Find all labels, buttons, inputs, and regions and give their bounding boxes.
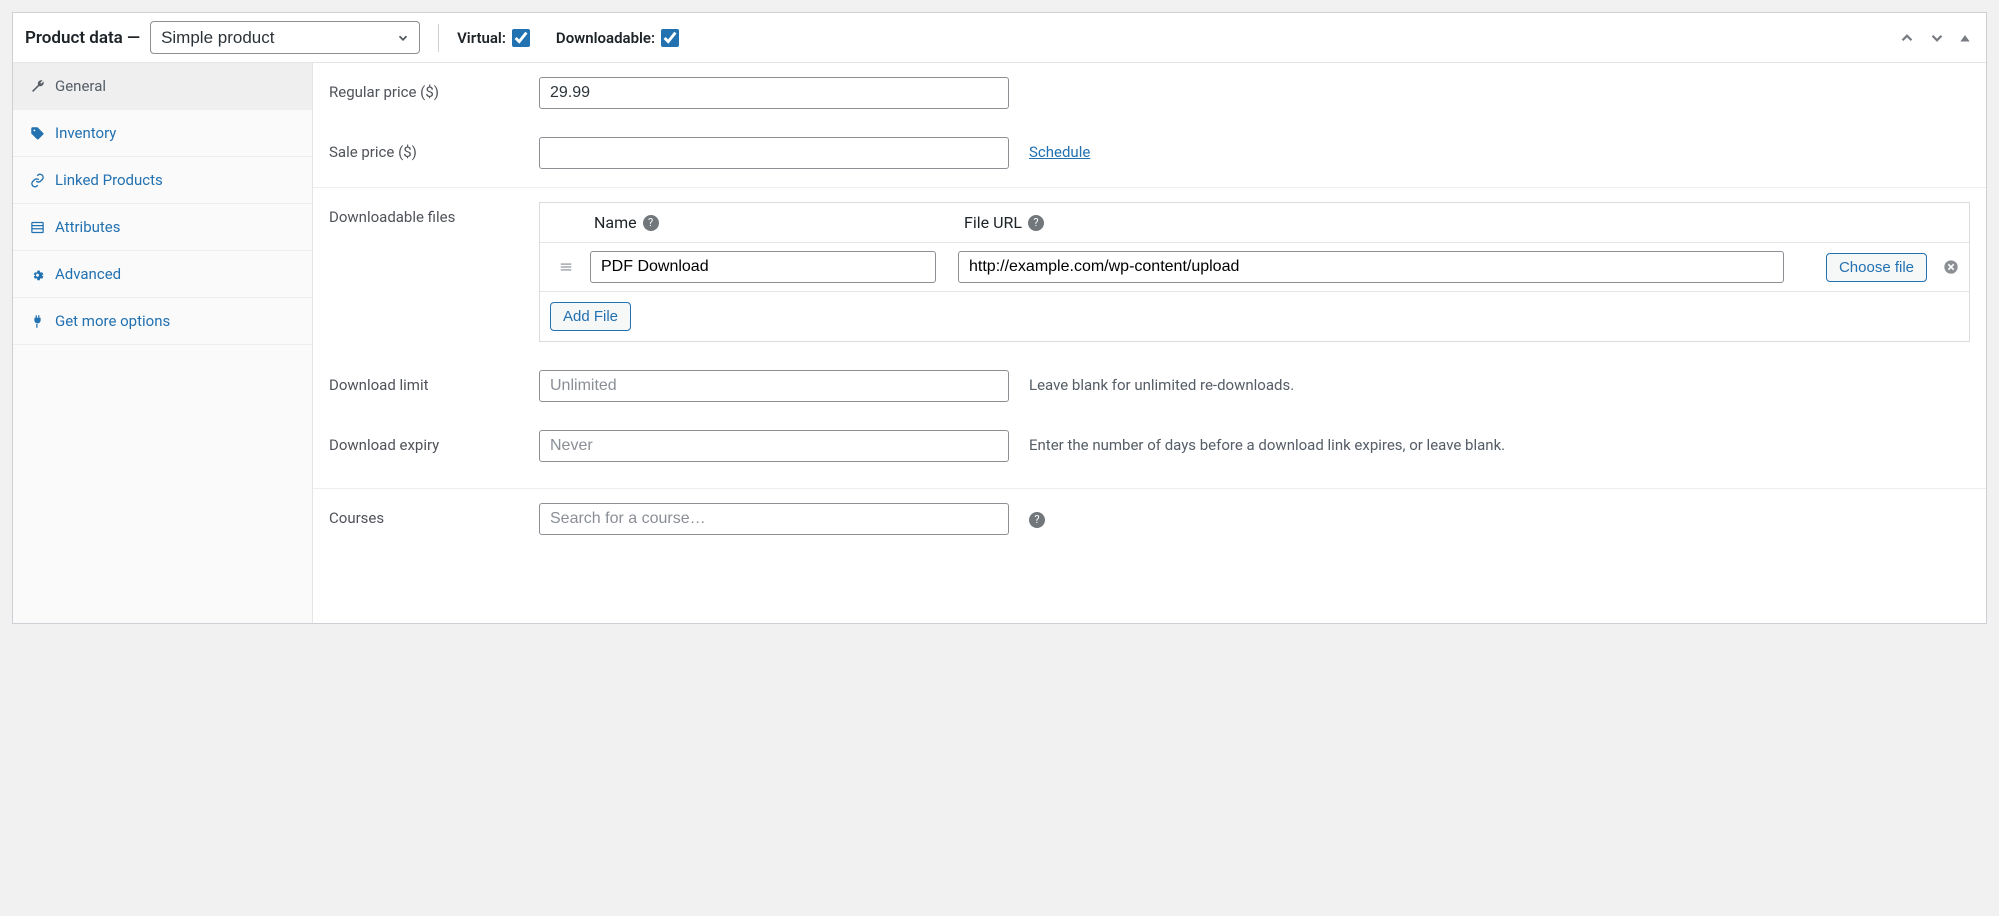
download-expiry-row: Download expiry Enter the number of days…	[313, 416, 1986, 476]
help-icon[interactable]: ?	[1029, 512, 1045, 528]
list-icon	[29, 219, 45, 235]
tab-label: Attributes	[55, 218, 121, 236]
tag-icon	[29, 125, 45, 141]
courses-search-input[interactable]	[539, 503, 1009, 535]
gear-icon	[29, 266, 45, 282]
download-limit-row: Download limit Leave blank for unlimited…	[313, 356, 1986, 416]
downloadable-files-table: Name ? File URL ?	[539, 202, 1970, 342]
downloadable-files-row: Downloadable files Name ? File URL ?	[313, 188, 1986, 356]
download-limit-label: Download limit	[329, 370, 519, 394]
delete-file-icon[interactable]	[1943, 259, 1959, 275]
plug-icon	[29, 313, 45, 329]
separator	[438, 24, 439, 52]
dl-file-row: Choose file	[540, 242, 1969, 291]
regular-price-label: Regular price ($)	[329, 77, 519, 101]
virtual-label-text: Virtual:	[457, 29, 506, 47]
download-expiry-label: Download expiry	[329, 430, 519, 454]
download-expiry-input[interactable]	[539, 430, 1009, 462]
dl-table-footer: Add File	[540, 291, 1969, 341]
add-file-button[interactable]: Add File	[550, 302, 631, 331]
dl-name-header: Name	[594, 213, 637, 232]
product-data-panel: Product data — Simple product Virtual: D…	[12, 12, 1987, 624]
downloadable-files-label: Downloadable files	[329, 202, 519, 226]
panel-header: Product data — Simple product Virtual: D…	[13, 13, 1986, 63]
downloadable-checkbox-label[interactable]: Downloadable:	[556, 29, 679, 47]
schedule-link[interactable]: Schedule	[1029, 143, 1090, 161]
panel-body: General Inventory Linked Products	[13, 63, 1986, 623]
product-tabs: General Inventory Linked Products	[13, 63, 313, 623]
tab-label: Get more options	[55, 312, 170, 330]
downloadable-checkbox[interactable]	[661, 29, 679, 47]
virtual-checkbox[interactable]	[512, 29, 530, 47]
download-expiry-help: Enter the number of days before a downlo…	[1029, 430, 1970, 454]
dl-file-url-input[interactable]	[958, 251, 1784, 283]
panel-header-controls	[1896, 27, 1974, 49]
tab-content-general: Regular price ($) Sale price ($) Schedul…	[313, 63, 1986, 623]
panel-title: Product data —	[25, 28, 140, 48]
courses-label: Courses	[329, 503, 519, 527]
product-type-select[interactable]: Simple product	[150, 21, 420, 54]
dl-url-header: File URL	[964, 213, 1022, 232]
tab-inventory[interactable]: Inventory	[13, 110, 312, 157]
sale-price-input[interactable]	[539, 137, 1009, 169]
tab-label: Inventory	[55, 124, 116, 142]
tab-advanced[interactable]: Advanced	[13, 251, 312, 298]
tab-attributes[interactable]: Attributes	[13, 204, 312, 251]
dl-table-header: Name ? File URL ?	[540, 203, 1969, 242]
tab-label: Linked Products	[55, 171, 163, 189]
link-icon	[29, 172, 45, 188]
tab-label: General	[55, 77, 106, 95]
help-icon[interactable]: ?	[643, 215, 659, 231]
dl-file-name-input[interactable]	[590, 251, 936, 283]
wrench-icon	[29, 78, 45, 94]
download-limit-help: Leave blank for unlimited re-downloads.	[1029, 370, 1970, 394]
virtual-checkbox-label[interactable]: Virtual:	[457, 29, 530, 47]
tab-label: Advanced	[55, 265, 121, 283]
choose-file-button[interactable]: Choose file	[1826, 253, 1927, 282]
help-icon[interactable]: ?	[1028, 215, 1044, 231]
courses-row: Courses ?	[313, 489, 1986, 549]
move-down-icon[interactable]	[1926, 27, 1948, 49]
tab-get-more-options[interactable]: Get more options	[13, 298, 312, 345]
regular-price-row: Regular price ($)	[313, 63, 1986, 123]
toggle-panel-icon[interactable]	[1956, 29, 1974, 47]
header-checks: Virtual: Downloadable:	[457, 29, 679, 47]
download-limit-input[interactable]	[539, 370, 1009, 402]
sale-price-row: Sale price ($) Schedule	[313, 123, 1986, 183]
tab-general[interactable]: General	[13, 63, 312, 110]
regular-price-input[interactable]	[539, 77, 1009, 109]
drag-handle-icon[interactable]	[550, 260, 582, 274]
downloadable-label-text: Downloadable:	[556, 29, 655, 47]
sale-price-label: Sale price ($)	[329, 137, 519, 161]
tab-linked-products[interactable]: Linked Products	[13, 157, 312, 204]
move-up-icon[interactable]	[1896, 27, 1918, 49]
